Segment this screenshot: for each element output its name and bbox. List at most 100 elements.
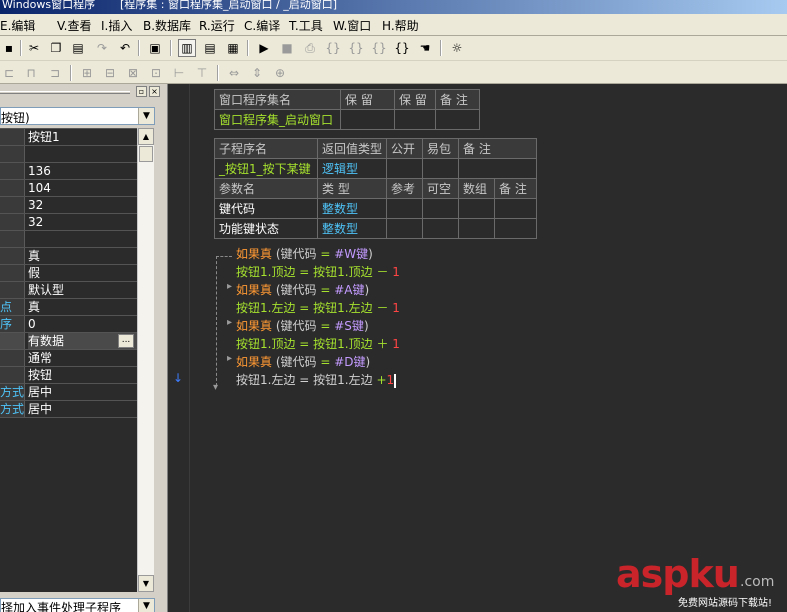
align-bottom-icon[interactable]: ⊠	[124, 64, 142, 82]
property-row-selected[interactable]: 有数据...	[0, 333, 137, 350]
param-type-cell[interactable]: 整数型	[316, 218, 388, 239]
code-line-editing[interactable]: 按钮1.左边 = 按钮1.左边 +1	[236, 371, 397, 389]
menu-insert[interactable]: I.插入	[101, 17, 132, 34]
cut-icon[interactable]: ✂	[25, 39, 43, 57]
align-top-icon[interactable]: ⊞	[78, 64, 96, 82]
code-editor[interactable]: ↓ 窗口程序集名 保 留 保 留 备 注 窗口程序集_启动窗口 子程序名 返回值…	[168, 84, 787, 612]
menu-window[interactable]: W.窗口	[333, 17, 371, 34]
property-row[interactable]: 方式 居中	[0, 401, 137, 418]
align-middle-icon[interactable]: ⊟	[101, 64, 119, 82]
code-line-assign[interactable]: 按钮1.左边 = 按钮1.左边 － 1	[236, 299, 400, 317]
property-row[interactable]	[0, 231, 137, 248]
code-line-if[interactable]: 如果真 (键代码 = #S键)	[236, 317, 369, 335]
same-height-icon[interactable]: ⇕	[248, 64, 266, 82]
property-row[interactable]: 真	[0, 248, 137, 265]
sub-cell[interactable]	[458, 158, 538, 179]
layout2-icon[interactable]: ▤	[201, 39, 219, 57]
menu-run[interactable]: R.运行	[199, 17, 235, 34]
step5-icon[interactable]: {}	[393, 39, 411, 57]
property-row[interactable]	[0, 146, 137, 163]
menu-database[interactable]: B.数据库	[143, 17, 191, 34]
scroll-down-icon[interactable]: ▼	[138, 575, 154, 592]
param-type-cell[interactable]: 整数型	[316, 198, 388, 219]
step2-icon[interactable]: {}	[324, 39, 342, 57]
ellipsis-button[interactable]: ...	[118, 334, 134, 348]
scroll-up-icon[interactable]: ▲	[138, 128, 154, 145]
property-row[interactable]: 点真	[0, 299, 137, 316]
chevron-down-icon[interactable]: ▼	[138, 599, 154, 612]
layout3-icon[interactable]: ▦	[224, 39, 242, 57]
save-icon[interactable]: ▪	[0, 39, 18, 57]
property-row[interactable]: 默认型	[0, 282, 137, 299]
code-line-assign[interactable]: 按钮1.顶边 = 按钮1.顶边 ＋ 1	[236, 335, 400, 353]
assembly-cell[interactable]	[435, 109, 480, 130]
undo-icon[interactable]: ↶	[116, 39, 134, 57]
align-left-icon[interactable]: ⊏	[0, 64, 18, 82]
param-name-cell[interactable]: 键代码	[214, 198, 318, 219]
menu-edit[interactable]: E.编辑	[0, 17, 35, 34]
menu-compile[interactable]: C.编译	[244, 17, 280, 34]
property-row[interactable]: 通常	[0, 350, 137, 367]
step1-icon[interactable]: ⎙	[301, 39, 319, 57]
code-line-assign[interactable]: 按钮1.顶边 = 按钮1.顶边 － 1	[236, 263, 400, 281]
restore-icon[interactable]: ▫	[136, 86, 147, 97]
param-cell[interactable]	[422, 198, 460, 219]
copy-icon[interactable]: ❐	[47, 39, 65, 57]
param-cell[interactable]	[386, 218, 424, 239]
property-row[interactable]: 136	[0, 163, 137, 180]
property-row[interactable]: 假	[0, 265, 137, 282]
property-panel-header: ▫ ×	[0, 86, 162, 98]
sub-cell[interactable]	[386, 158, 424, 179]
step4-icon[interactable]: {}	[370, 39, 388, 57]
property-row[interactable]: 104	[0, 180, 137, 197]
space-v-icon[interactable]: ⊢	[170, 64, 188, 82]
run-icon[interactable]: ▶	[255, 39, 273, 57]
property-row[interactable]: 32	[0, 197, 137, 214]
property-row[interactable]: 按钮	[0, 367, 137, 384]
component-select[interactable]: 按钮) ▼	[0, 107, 155, 125]
property-row[interactable]: 32	[0, 214, 137, 231]
param-cell[interactable]	[494, 198, 538, 219]
scroll-thumb[interactable]	[139, 146, 153, 162]
param-cell[interactable]	[458, 218, 496, 239]
param-cell[interactable]	[494, 218, 538, 239]
property-row[interactable]: 方式 居中	[0, 384, 137, 401]
find-icon[interactable]: ▣	[146, 39, 164, 57]
paste-icon[interactable]: ▤	[69, 39, 87, 57]
sub-name-cell[interactable]: _按钮1_按下某键	[214, 158, 318, 179]
chevron-down-icon[interactable]: ▼	[138, 108, 154, 124]
same-width-icon[interactable]: ⇔	[225, 64, 243, 82]
assembly-cell[interactable]	[394, 109, 436, 130]
center-icon[interactable]: ⊕	[271, 64, 289, 82]
code-line-if[interactable]: 如果真 (键代码 = #A键)	[236, 281, 369, 299]
property-row[interactable]: 按钮1	[0, 129, 137, 146]
hand-icon[interactable]: ☚	[416, 39, 434, 57]
debug-icon[interactable]: ☼	[448, 39, 466, 57]
menu-tools[interactable]: T.工具	[289, 17, 323, 34]
assembly-name-cell[interactable]: 窗口程序集_启动窗口	[214, 109, 341, 130]
sub-return-cell[interactable]: 逻辑型	[316, 158, 388, 179]
close-icon[interactable]: ×	[149, 86, 160, 97]
menu-view[interactable]: V.查看	[57, 17, 91, 34]
assembly-cell[interactable]	[340, 109, 395, 130]
event-select[interactable]: 择加入事件处理子程序 ▼	[0, 598, 155, 612]
space-h-icon[interactable]: ⊡	[147, 64, 165, 82]
sub-cell[interactable]	[422, 158, 460, 179]
align-center-icon[interactable]: ⊓	[22, 64, 40, 82]
property-scrollbar[interactable]: ▲ ▼	[137, 128, 154, 592]
code-line-if[interactable]: 如果真 (键代码 = #W键)	[236, 245, 373, 263]
param-name-cell[interactable]: 功能键状态	[214, 218, 318, 239]
align-right-icon[interactable]: ⊐	[46, 64, 64, 82]
assembly-header-note: 备 注	[435, 89, 480, 110]
stop-icon[interactable]: ■	[278, 39, 296, 57]
layout1-icon[interactable]: ▥	[178, 39, 196, 57]
menu-help[interactable]: H.帮助	[382, 17, 419, 34]
param-cell[interactable]	[422, 218, 460, 239]
code-line-if[interactable]: 如果真 (键代码 = #D键)	[236, 353, 370, 371]
param-cell[interactable]	[458, 198, 496, 219]
property-row[interactable]: 序0	[0, 316, 137, 333]
param-cell[interactable]	[386, 198, 424, 219]
redo-icon[interactable]: ↷	[93, 39, 111, 57]
step3-icon[interactable]: {}	[347, 39, 365, 57]
same-size-icon[interactable]: ⊤	[193, 64, 211, 82]
